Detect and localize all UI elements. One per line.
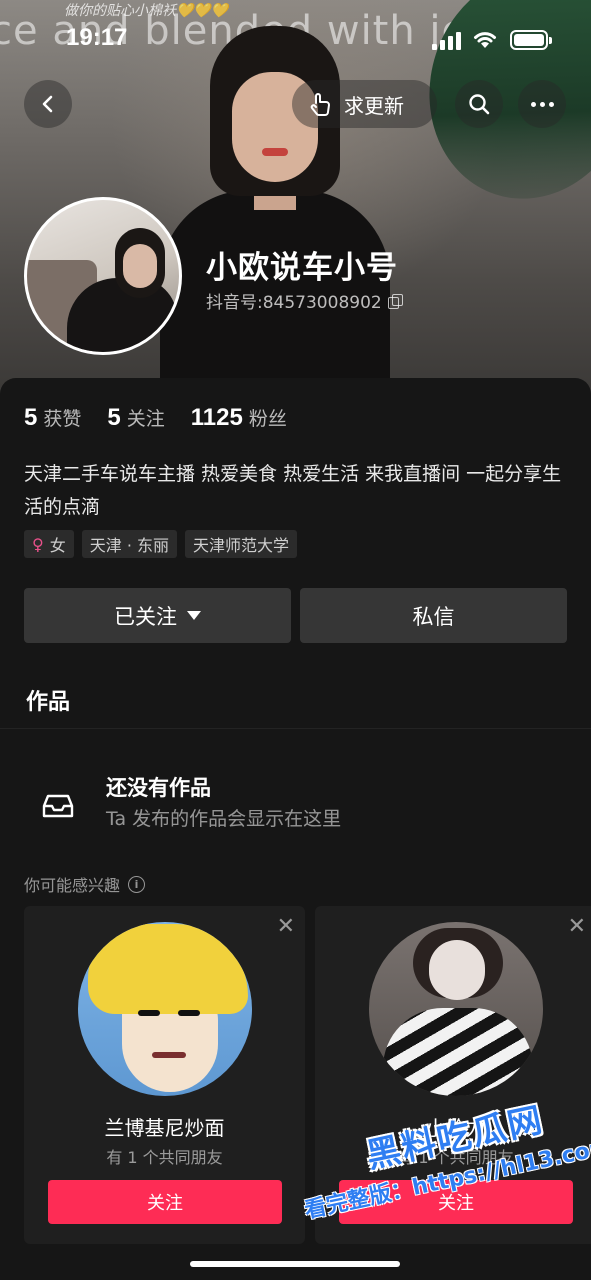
suggestion-avatar[interactable] [369, 922, 543, 1096]
inbox-tray-icon [42, 794, 74, 818]
stat-following[interactable]: 5 关注 [107, 404, 164, 432]
request-update-button[interactable]: 求更新 [292, 80, 437, 128]
douyin-id[interactable]: 抖音号:84573008902 [206, 288, 403, 313]
stat-label: 获赞 [43, 408, 82, 430]
follow-button[interactable]: 关注 [339, 1180, 573, 1224]
female-icon: ♀ [32, 534, 44, 554]
divider [0, 728, 591, 729]
profile-stats: 5 获赞 5 关注 1125 粉丝 [24, 404, 287, 432]
suggestion-name[interactable]: 小给力 [315, 1112, 591, 1141]
message-button[interactable]: 私信 [300, 588, 567, 643]
suggestions-header: 你可能感兴趣 i [24, 872, 146, 896]
battery-icon [510, 30, 552, 50]
cover-person-photo [150, 20, 390, 400]
cellular-signal-icon [432, 32, 462, 50]
stat-likes[interactable]: 5 获赞 [24, 404, 81, 432]
profile-avatar[interactable] [24, 197, 182, 355]
empty-works-title: 还没有作品 [106, 776, 211, 800]
stat-label: 粉丝 [248, 408, 287, 430]
following-button-label: 已关注 [114, 604, 177, 629]
stat-number: 1125 [190, 404, 243, 431]
stat-number: 5 [107, 404, 121, 431]
tab-works[interactable]: 作品 [26, 684, 70, 716]
chevron-left-icon [42, 95, 53, 113]
info-icon[interactable]: i [128, 875, 146, 893]
back-button[interactable] [24, 80, 72, 128]
douyin-id-text: 抖音号:84573008902 [206, 293, 382, 313]
more-button[interactable] [518, 80, 566, 128]
caret-down-icon [187, 611, 201, 620]
request-update-label: 求更新 [344, 93, 404, 118]
more-dots-icon [530, 101, 554, 107]
status-time: 19:17 [66, 24, 128, 51]
stat-label: 关注 [126, 408, 165, 430]
tag-gender: ♀ 女 [24, 530, 74, 558]
profile-sheet: 5 获赞 5 关注 1125 粉丝 天津二手车说车主播 热爱美食 热爱生活 来我… [0, 378, 591, 1280]
suggestion-card[interactable]: ✕ 兰博基尼炒面 有 1 个共同朋友 关注 [24, 906, 305, 1244]
suggestion-avatar[interactable] [78, 922, 252, 1096]
close-icon[interactable]: ✕ [277, 914, 295, 939]
search-icon [469, 94, 490, 115]
profile-tags: ♀ 女 天津 · 东丽 天津师范大学 [24, 530, 298, 558]
tag-location: 天津 · 东丽 [81, 530, 177, 558]
suggestion-mutual: 有 1 个共同朋友 [106, 1148, 223, 1167]
search-button[interactable] [455, 80, 503, 128]
copy-icon[interactable] [387, 293, 403, 309]
suggestions-title: 你可能感兴趣 [24, 876, 121, 895]
home-indicator[interactable] [190, 1261, 400, 1267]
profile-name: 小欧说车小号 [206, 250, 398, 286]
tap-hand-icon [310, 93, 330, 116]
follow-button[interactable]: 关注 [48, 1180, 282, 1224]
status-bar: 19:17 [0, 22, 591, 62]
suggestion-mutual: 有 1 个共同朋友 [397, 1148, 514, 1167]
suggestion-name[interactable]: 兰博基尼炒面 [24, 1112, 305, 1141]
stat-followers[interactable]: 1125 粉丝 [191, 404, 287, 432]
following-button[interactable]: 已关注 [24, 588, 291, 643]
stat-number: 5 [24, 404, 38, 431]
suggestion-card[interactable]: ✕ 小给力 有 1 个共同朋友 关注 [315, 906, 591, 1244]
tag-gender-label: 女 [49, 536, 66, 555]
empty-works-subtitle: Ta 发布的作品会显示在这里 [106, 808, 342, 830]
close-icon[interactable]: ✕ [568, 914, 586, 939]
wifi-icon [474, 32, 496, 48]
tag-school[interactable]: 天津师范大学 [185, 530, 298, 558]
profile-bio: 天津二手车说车主播 热爱美食 热爱生活 来我直播间 一起分享生活的点滴 [24, 463, 562, 518]
cover-watermark: 做你的贴心小棉袄💛💛💛 [64, 3, 229, 19]
